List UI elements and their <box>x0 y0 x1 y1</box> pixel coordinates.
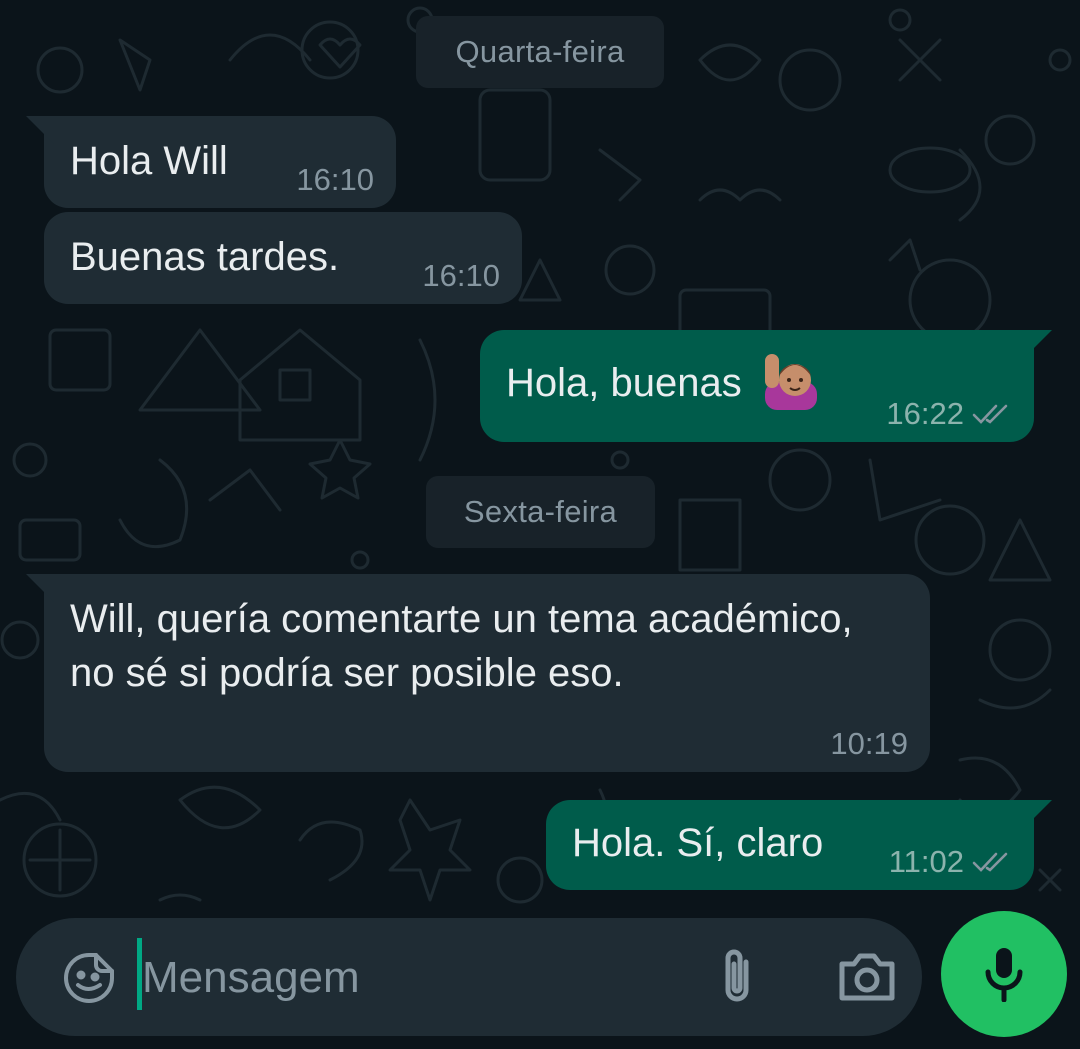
message-text: Will, quería comentarte un tema académic… <box>70 597 853 695</box>
double-check-icon <box>972 852 1008 872</box>
outgoing-message[interactable]: Hola, buenas 16:22 <box>480 330 1052 442</box>
incoming-message[interactable]: Buenas tardes. 16:10 <box>44 212 522 304</box>
message-time: 10:19 <box>830 726 908 761</box>
raising-hand-emoji <box>764 354 817 411</box>
message-meta: 16:10 <box>296 162 374 198</box>
outgoing-message[interactable]: Hola. Sí, claro 11:02 <box>546 800 1052 890</box>
incoming-message[interactable]: Will, quería comentarte un tema académic… <box>26 574 930 772</box>
double-check-icon <box>972 404 1008 424</box>
message-time: 16:10 <box>296 162 374 197</box>
message-time: 11:02 <box>888 844 964 879</box>
message-input[interactable] <box>142 946 682 1010</box>
message-meta: 16:22 <box>886 396 1012 432</box>
date-separator: Sexta-feira <box>426 476 655 548</box>
message-meta: 16:10 <box>422 258 500 294</box>
message-text: Hola. Sí, claro <box>572 821 824 865</box>
sticker-icon[interactable] <box>62 951 116 1005</box>
microphone-icon <box>985 948 1023 1002</box>
message-text: Buenas tardes. <box>70 235 340 279</box>
message-meta: 10:19 <box>830 726 908 762</box>
chat-area: Quarta-feira Hola Will 16:10 Buenas tard… <box>0 0 1080 1049</box>
message-time: 16:10 <box>422 258 500 293</box>
date-separator: Quarta-feira <box>416 16 664 88</box>
message-time: 16:22 <box>886 396 964 431</box>
camera-icon[interactable] <box>836 950 898 1004</box>
paperclip-icon[interactable] <box>716 946 760 1008</box>
message-text: Hola Will <box>70 139 228 183</box>
voice-record-button[interactable] <box>941 911 1067 1037</box>
message-text: Hola, buenas <box>506 361 742 405</box>
message-meta: 11:02 <box>889 844 1012 880</box>
incoming-message[interactable]: Hola Will 16:10 <box>26 116 396 208</box>
